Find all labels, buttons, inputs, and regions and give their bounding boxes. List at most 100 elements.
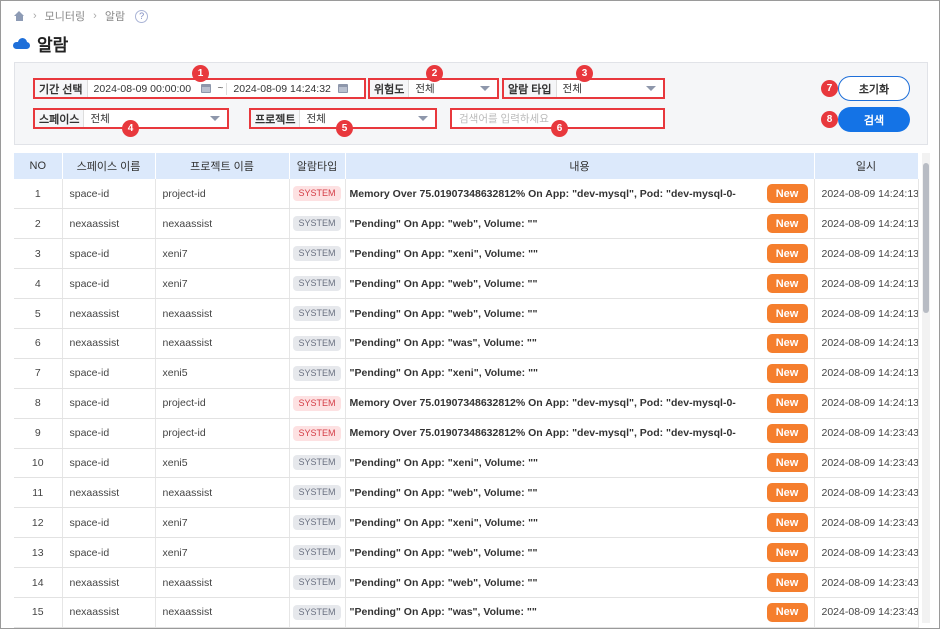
table-row[interactable]: 13 space-id xeni7 SYSTEM "Pending" On App: "… — [14, 537, 919, 569]
cell-no: 3 — [14, 238, 63, 270]
new-badge: New — [766, 483, 808, 503]
table-row[interactable]: 15 nexaassist nexaassist SYSTEM "Pending" On… — [14, 597, 919, 628]
cell-type: SYSTEM — [289, 238, 346, 270]
space-value: 전체 — [90, 113, 110, 125]
new-badge: New — [766, 543, 808, 563]
cell-content: "Pending" On App: "xeni", Volume: "" New — [345, 507, 815, 539]
cell-content: "Pending" On App: "web", Volume: "" New — [345, 537, 815, 569]
search-button[interactable]: 검색 — [838, 107, 910, 132]
cell-no: 13 — [14, 537, 63, 569]
cell-no: 2 — [14, 208, 63, 240]
table-row[interactable]: 11 nexaassist nexaassist SYSTEM "Pending" On… — [14, 477, 919, 509]
table-row[interactable]: 14 nexaassist nexaassist SYSTEM "Pending" On… — [14, 567, 919, 598]
breadcrumb-monitoring[interactable]: 모니터링 — [45, 8, 85, 24]
alarm-message: "Pending" On App: "xeni", Volume: "" — [349, 456, 539, 469]
cell-space: space-id — [62, 179, 156, 210]
table-row[interactable]: 5 nexaassist nexaassist SYSTEM "Pending" On … — [14, 298, 919, 329]
period-end-input[interactable]: 2024-08-09 14:24:32 — [226, 82, 338, 95]
new-badge: New — [766, 602, 808, 622]
cell-no: 5 — [14, 298, 63, 329]
table-row[interactable]: 9 space-id project-id SYSTEM Memory Over 75.… — [14, 418, 919, 449]
space-label: 스페이스 — [35, 110, 85, 127]
home-icon[interactable] — [14, 11, 25, 21]
reset-button[interactable]: 초기화 — [838, 76, 910, 101]
new-badge: New — [766, 333, 808, 353]
cell-time: 2024-08-09 14:23:43 — [814, 567, 919, 598]
table-row[interactable]: 6 nexaassist nexaassist SYSTEM "Pending" On … — [14, 328, 919, 359]
cell-content: "Pending" On App: "was", Volume: "" New — [345, 597, 815, 628]
marker-8: 8 — [821, 111, 838, 128]
table-row[interactable]: 4 space-id xeni7 SYSTEM "Pending" On App: "w… — [14, 268, 919, 300]
cell-project: nexaassist — [155, 298, 290, 329]
cell-type: SYSTEM — [289, 179, 346, 210]
table-row[interactable]: 10 space-id xeni5 SYSTEM "Pending" On App: "… — [14, 448, 919, 479]
table-row[interactable]: 12 space-id xeni7 SYSTEM "Pending" On App: "… — [14, 507, 919, 539]
cell-project: nexaassist — [155, 567, 290, 598]
cell-no: 11 — [14, 477, 63, 509]
cell-type: SYSTEM — [289, 537, 346, 569]
alarm-message: "Pending" On App: "xeni", Volume: "" — [349, 516, 539, 529]
new-badge: New — [766, 393, 808, 413]
col-header-time[interactable]: 일시 — [814, 153, 919, 179]
col-header-space[interactable]: 스페이스 이름 — [62, 153, 156, 179]
alarm-type-tag: SYSTEM — [293, 365, 341, 381]
cell-project: xeni7 — [155, 268, 290, 300]
calendar-icon[interactable] — [338, 84, 349, 93]
alarm-message: "Pending" On App: "xeni", Volume: "" — [349, 367, 539, 380]
table-scrollbar[interactable] — [922, 153, 930, 623]
cell-content: "Pending" On App: "web", Volume: "" New — [345, 268, 815, 300]
table-row[interactable]: 7 space-id xeni5 SYSTEM "Pending" On App: "x… — [14, 358, 919, 389]
col-header-project[interactable]: 프로젝트 이름 — [155, 153, 290, 179]
cell-time: 2024-08-09 14:23:43 — [814, 537, 919, 569]
page-title: 알람 — [13, 31, 68, 56]
page-title-text: 알람 — [37, 36, 69, 55]
col-header-no[interactable]: NO — [14, 153, 63, 179]
cell-space: nexaassist — [62, 477, 156, 509]
cell-no: 4 — [14, 268, 63, 300]
alarm-type-tag: SYSTEM — [293, 575, 341, 591]
marker-7: 7 — [821, 80, 838, 97]
alarm-message: "Pending" On App: "was", Volume: "" — [349, 337, 537, 350]
table-row[interactable]: 2 nexaassist nexaassist SYSTEM "Pending" On … — [14, 208, 919, 240]
cell-space: space-id — [62, 418, 156, 449]
cell-type: SYSTEM — [289, 298, 346, 329]
cell-no: 6 — [14, 328, 63, 359]
cell-space: nexaassist — [62, 328, 156, 359]
new-badge: New — [766, 453, 808, 473]
chevron-down-icon — [210, 116, 220, 121]
cell-content: "Pending" On App: "xeni", Volume: "" New — [345, 448, 815, 479]
cell-space: space-id — [62, 268, 156, 300]
cell-type: SYSTEM — [289, 208, 346, 240]
marker-6: 6 — [551, 120, 568, 137]
breadcrumb: › 모니터링 › 알람 ? — [14, 8, 149, 24]
app-frame: › 모니터링 › 알람 ? 알람 기간 선택 2024-08-09 00:00:… — [0, 0, 940, 629]
cell-time: 2024-08-09 14:24:13 — [814, 268, 919, 300]
help-icon[interactable]: ? — [135, 9, 149, 23]
period-start-input[interactable]: 2024-08-09 00:00:00 — [88, 83, 201, 95]
cell-project: project-id — [155, 179, 290, 210]
chevron-right-icon: › — [93, 10, 97, 22]
cell-time: 2024-08-09 14:23:43 — [814, 477, 919, 509]
alarm-type-tag: SYSTEM — [293, 246, 341, 262]
alarm-message: Memory Over 75.01907348632812% On App: "… — [349, 187, 736, 200]
alarm-message: Memory Over 75.01907348632812% On App: "… — [349, 427, 736, 440]
cell-type: SYSTEM — [289, 448, 346, 479]
table-row[interactable]: 1 space-id project-id SYSTEM Memory Over 75.… — [14, 179, 919, 210]
cell-no: 12 — [14, 507, 63, 539]
cell-type: SYSTEM — [289, 567, 346, 598]
col-header-content[interactable]: 내용 — [345, 153, 815, 179]
alarm-message: "Pending" On App: "web", Volume: "" — [349, 576, 538, 589]
alarm-type-tag: SYSTEM — [293, 515, 341, 531]
cell-project: xeni7 — [155, 238, 290, 270]
calendar-icon[interactable] — [200, 84, 211, 93]
marker-5: 5 — [336, 120, 353, 137]
cell-time: 2024-08-09 14:24:13 — [814, 358, 919, 389]
cell-space: space-id — [62, 388, 156, 419]
table-row[interactable]: 3 space-id xeni7 SYSTEM "Pending" On App: "x… — [14, 238, 919, 270]
cell-content: Memory Over 75.01907348632812% On App: "… — [345, 418, 815, 449]
col-header-type[interactable]: 알람타입 — [289, 153, 346, 179]
cell-no: 14 — [14, 567, 63, 598]
alarm-message: "Pending" On App: "xeni", Volume: "" — [349, 247, 539, 260]
table-row[interactable]: 8 space-id project-id SYSTEM Memory Over 75.… — [14, 388, 919, 419]
scrollbar-thumb[interactable] — [923, 163, 929, 313]
